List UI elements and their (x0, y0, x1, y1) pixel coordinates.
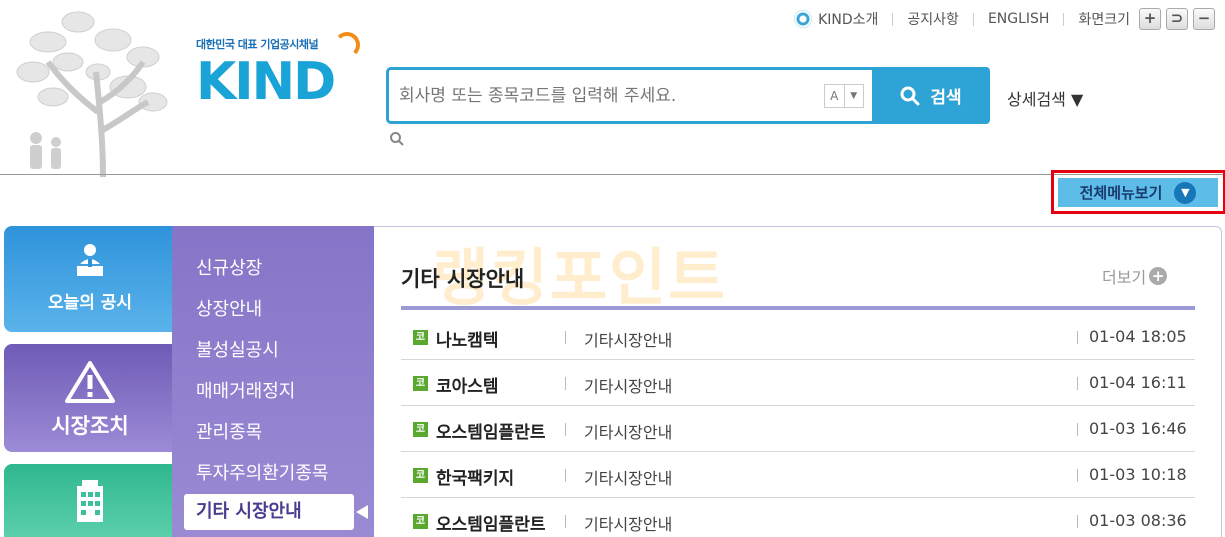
header-divider (0, 174, 1225, 175)
panel-title: 기타 시장안내 (401, 267, 525, 291)
table-row[interactable]: 코 나노캠텍 기타시장안내 01-04 18:05 (401, 315, 1195, 360)
screen-size-label: 화면크기 (1078, 12, 1130, 28)
title-underline (401, 306, 1195, 310)
font-toggle[interactable]: A ▼ (824, 83, 864, 108)
company-name[interactable]: 오스템임플란트 (436, 510, 545, 535)
tab-market-action[interactable]: 시장조치 (4, 344, 176, 452)
kosdaq-badge: 코 (413, 468, 428, 483)
font-toggle-arrow: ▼ (843, 84, 864, 107)
divider (565, 469, 566, 482)
kind-logo[interactable]: 대한민국 대표 기업공시채널 KIND (196, 32, 368, 126)
active-pointer (356, 505, 368, 519)
font-toggle-label: A (830, 88, 839, 103)
submenu-item-listing-guide[interactable]: 상장안내 (196, 295, 262, 321)
market-submenu: 신규상장 상장안내 불성실공시 매매거래정지 관리종목 투자주의환기종목 기타 … (172, 226, 374, 537)
more-link[interactable]: 더보기 + (1102, 264, 1168, 288)
divider (1077, 377, 1078, 390)
timestamp: 01-03 16:46 (1089, 419, 1187, 438)
divider (565, 515, 566, 528)
timestamp: 01-03 08:36 (1089, 511, 1187, 530)
tab-today-label: 오늘의 공시 (47, 293, 133, 313)
plus-icon: + (1149, 267, 1168, 285)
company-name[interactable]: 한국팩키지 (436, 464, 514, 489)
kind-intro-label: KIND소개 (818, 12, 879, 28)
tab-market-action-label: 시장조치 (51, 414, 129, 438)
content-panel: 랭킹포인트 기타 시장안내 더보기 + 코 나노캠텍 기타시장안내 01-04 … (374, 226, 1222, 537)
person-podium-icon (77, 244, 103, 276)
table-row[interactable]: 코 한국팩키지 기타시장안내 01-03 10:18 (401, 453, 1195, 498)
table-row[interactable]: 코 오스템임플란트 기타시장안내 01-03 16:46 (401, 407, 1195, 452)
warning-icon (65, 361, 115, 403)
divider (1077, 331, 1078, 344)
zoom-reset-button[interactable]: ⊃ (1166, 8, 1188, 30)
category: 기타시장안내 (584, 423, 673, 442)
tree-illustration (16, 11, 168, 177)
english-link[interactable]: ENGLISH (988, 11, 1050, 27)
divider (565, 377, 566, 390)
timestamp: 01-03 10:18 (1089, 465, 1187, 484)
search-icon (900, 86, 920, 105)
logo-wordmark: KIND (196, 52, 336, 112)
divider (565, 423, 566, 436)
timestamp: 01-04 16:11 (1089, 373, 1187, 392)
table-row[interactable]: 코 오스템임플란트 기타시장안내 01-03 08:36 (401, 499, 1195, 537)
search-button[interactable]: 검색 (872, 67, 990, 124)
advanced-search-link[interactable]: 상세검색 ▼ (1007, 86, 1083, 110)
search-input[interactable] (389, 70, 824, 121)
kosdaq-badge: 코 (413, 330, 428, 345)
building-icon (77, 480, 103, 522)
company-name[interactable]: 오스템임플란트 (436, 418, 545, 443)
full-menu-label: 전체메뉴보기 (1079, 184, 1163, 202)
category: 기타시장안내 (584, 331, 673, 350)
divider (1063, 12, 1065, 26)
kosdaq-badge: 코 (413, 514, 428, 529)
category: 기타시장안내 (584, 469, 673, 488)
timestamp: 01-04 18:05 (1089, 327, 1187, 346)
divider (1077, 469, 1078, 482)
kind-intro-link[interactable]: KIND소개 (794, 9, 878, 29)
full-menu-button[interactable]: 전체메뉴보기 ▼ (1058, 178, 1218, 207)
search-button-label: 검색 (930, 88, 962, 108)
submenu-item-managed-stocks[interactable]: 관리종목 (196, 418, 262, 444)
logo-swirl-icon (334, 32, 360, 58)
submenu-item-investment-caution[interactable]: 투자주의환기종목 (196, 459, 328, 485)
zoom-out-button[interactable]: − (1193, 8, 1215, 30)
kosdaq-badge: 코 (413, 376, 428, 391)
submenu-item-trading-halt[interactable]: 매매거래정지 (196, 377, 295, 403)
table-row[interactable]: 코 코아스템 기타시장안내 01-04 16:11 (401, 361, 1195, 406)
utility-bar: KIND소개 공지사항 ENGLISH 화면크기 + ⊃ − (794, 8, 1215, 30)
more-label: 더보기 (1102, 268, 1147, 287)
search-bar: A ▼ 검색 (386, 67, 990, 124)
tab-today-disclosure[interactable]: 오늘의 공시 (4, 226, 176, 332)
kosdaq-badge: 코 (413, 422, 428, 437)
submenu-item-new-listing[interactable]: 신규상장 (196, 254, 262, 280)
chevron-down-icon: ▼ (1174, 181, 1197, 204)
submenu-item-other-market[interactable]: 기타 시장안내 (184, 494, 354, 530)
company-name[interactable]: 코아스템 (436, 372, 499, 397)
tab-company[interactable] (4, 464, 176, 537)
divider (1077, 423, 1078, 436)
company-name[interactable]: 나노캠텍 (436, 326, 499, 351)
divider (565, 331, 566, 344)
zoom-in-button[interactable]: + (1139, 8, 1161, 30)
divider (972, 12, 974, 26)
notice-link[interactable]: 공지사항 (907, 9, 959, 29)
divider (1077, 515, 1078, 528)
submenu-item-unfaithful-disclosure[interactable]: 불성실공시 (196, 336, 279, 362)
kind-target-icon (794, 10, 813, 28)
category: 기타시장안내 (584, 377, 673, 396)
divider (892, 12, 894, 26)
magnifier-icon[interactable] (389, 131, 405, 147)
category: 기타시장안내 (584, 515, 673, 534)
